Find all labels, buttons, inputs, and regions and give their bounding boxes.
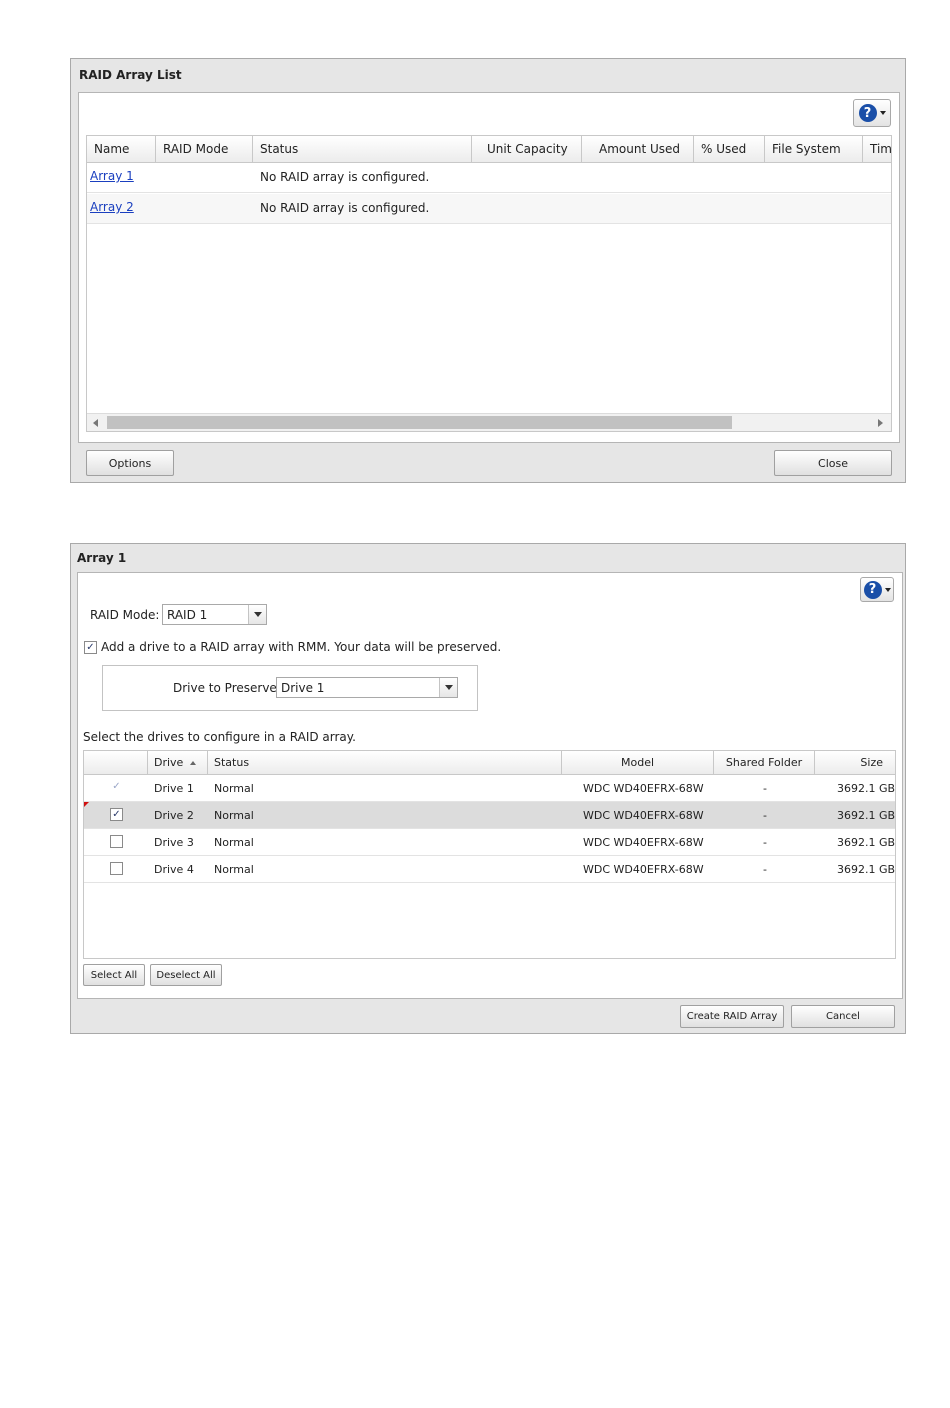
- drive-size: 3692.1 GB: [837, 836, 896, 849]
- table-row[interactable]: Drive 4 Normal WDC WD40EFRX-68W - 3692.1…: [84, 856, 896, 883]
- drive-model: WDC WD40EFRX-68W: [583, 809, 704, 822]
- array-settings-dialog: Array 1 ? RAID Mode: RAID 1 ✓ Add a driv…: [70, 543, 906, 1034]
- question-icon: ?: [863, 580, 882, 599]
- column-header-drive[interactable]: Drive: [148, 751, 208, 775]
- scrollbar-thumb[interactable]: [107, 416, 732, 429]
- array-1-link[interactable]: Array 1: [90, 169, 134, 183]
- scroll-left-icon[interactable]: [93, 419, 98, 427]
- table-row[interactable]: Array 2 No RAID array is configured.: [87, 194, 891, 224]
- close-button[interactable]: Close: [774, 450, 892, 476]
- column-header-unit-capacity[interactable]: Unit Capacity: [472, 136, 582, 163]
- column-header-model[interactable]: Model: [562, 751, 714, 775]
- options-button[interactable]: Options: [86, 450, 174, 476]
- table-row[interactable]: ✓ Drive 2 Normal WDC WD40EFRX-68W - 3692…: [84, 802, 896, 829]
- chevron-down-icon: [444, 685, 453, 690]
- caret-down-icon: [884, 587, 891, 592]
- drive-model: WDC WD40EFRX-68W: [583, 782, 704, 795]
- help-button[interactable]: ?: [860, 577, 894, 602]
- array-2-link[interactable]: Array 2: [90, 200, 134, 214]
- drive-size: 3692.1 GB: [837, 809, 896, 822]
- drive-shared-folder: -: [763, 809, 767, 822]
- drive-3-checkbox[interactable]: [110, 835, 123, 848]
- rmm-label: Add a drive to a RAID array with RMM. Yo…: [101, 640, 502, 654]
- column-header-time[interactable]: Tim: [863, 136, 891, 163]
- drive-model: WDC WD40EFRX-68W: [583, 836, 704, 849]
- column-header-amount-used[interactable]: Amount Used: [582, 136, 694, 163]
- sort-ascending-icon: [190, 761, 197, 765]
- column-header-name[interactable]: Name: [87, 136, 156, 163]
- drive-1-checkbox: ✓: [112, 781, 121, 792]
- drive-name: Drive 2: [154, 809, 194, 822]
- column-header-percent-used[interactable]: % Used: [694, 136, 765, 163]
- drive-preserve-label: Drive to Preserve:: [173, 681, 281, 695]
- column-header-status[interactable]: Status: [253, 136, 472, 163]
- column-header-checkbox: [84, 751, 148, 775]
- drive-shared-folder: -: [763, 836, 767, 849]
- column-header-shared-folder[interactable]: Shared Folder: [714, 751, 815, 775]
- dialog-title: RAID Array List: [79, 68, 182, 82]
- drive-4-checkbox[interactable]: [110, 862, 123, 875]
- raid-array-list-dialog: RAID Array List ? Name RAID Mode Status …: [70, 58, 906, 483]
- dropdown-button[interactable]: [248, 605, 266, 624]
- drive-status: Normal: [214, 809, 254, 822]
- drive-name: Drive 1: [154, 782, 194, 795]
- drive-name: Drive 4: [154, 863, 194, 876]
- drive-2-checkbox[interactable]: ✓: [110, 808, 123, 821]
- select-all-button[interactable]: Select All: [83, 964, 145, 986]
- drive-status: Normal: [214, 836, 254, 849]
- column-header-status[interactable]: Status: [208, 751, 562, 775]
- rmm-checkbox[interactable]: ✓: [84, 641, 97, 654]
- drive-table: Drive Status Model Shared Folder Size ✓ …: [83, 750, 896, 959]
- drive-shared-folder: -: [763, 863, 767, 876]
- drive-preserve-group: Drive to Preserve: Drive 1: [102, 665, 478, 711]
- drive-preserve-select[interactable]: Drive 1: [276, 677, 458, 698]
- scroll-right-icon[interactable]: [878, 419, 883, 427]
- chevron-down-icon: [253, 612, 262, 617]
- drive-status: Normal: [214, 782, 254, 795]
- drive-preserve-value: Drive 1: [281, 681, 325, 695]
- raid-list-panel: ? Name RAID Mode Status Unit Capacity Am…: [78, 92, 900, 443]
- column-header-file-system[interactable]: File System: [765, 136, 863, 163]
- dialog-title: Array 1: [77, 551, 127, 565]
- horizontal-scrollbar[interactable]: [87, 413, 891, 431]
- deselect-all-button[interactable]: Deselect All: [150, 964, 222, 986]
- help-button[interactable]: ?: [853, 99, 891, 127]
- column-header-raid-mode[interactable]: RAID Mode: [156, 136, 253, 163]
- drive-name: Drive 3: [154, 836, 194, 849]
- drive-shared-folder: -: [763, 782, 767, 795]
- column-header-size[interactable]: Size: [815, 751, 895, 775]
- drive-status: Normal: [214, 863, 254, 876]
- drive-size: 3692.1 GB: [837, 863, 896, 876]
- table-row[interactable]: ✓ Drive 1 Normal WDC WD40EFRX-68W - 3692…: [84, 775, 896, 802]
- create-raid-array-button[interactable]: Create RAID Array: [680, 1005, 784, 1028]
- raid-mode-label: RAID Mode:: [90, 608, 160, 622]
- row-status: No RAID array is configured.: [260, 201, 430, 215]
- array-settings-panel: ? RAID Mode: RAID 1 ✓ Add a drive to a R…: [77, 572, 903, 999]
- table-row[interactable]: Drive 3 Normal WDC WD40EFRX-68W - 3692.1…: [84, 829, 896, 856]
- select-drives-prompt: Select the drives to configure in a RAID…: [83, 730, 356, 744]
- column-header-drive-label: Drive: [154, 756, 184, 769]
- drive-model: WDC WD40EFRX-68W: [583, 863, 704, 876]
- dropdown-button[interactable]: [439, 678, 457, 697]
- row-status: No RAID array is configured.: [260, 170, 430, 184]
- table-header: Drive Status Model Shared Folder Size: [84, 751, 895, 775]
- question-icon: ?: [858, 104, 877, 122]
- cancel-button[interactable]: Cancel: [791, 1005, 895, 1028]
- modified-marker: [84, 802, 89, 807]
- table-row[interactable]: Array 1 No RAID array is configured.: [87, 163, 891, 193]
- table-header: Name RAID Mode Status Unit Capacity Amou…: [87, 136, 891, 163]
- raid-mode-select[interactable]: RAID 1: [162, 604, 267, 625]
- raid-array-table: Name RAID Mode Status Unit Capacity Amou…: [86, 135, 892, 432]
- caret-down-icon: [879, 111, 886, 115]
- drive-size: 3692.1 GB: [837, 782, 896, 795]
- raid-mode-value: RAID 1: [167, 608, 208, 622]
